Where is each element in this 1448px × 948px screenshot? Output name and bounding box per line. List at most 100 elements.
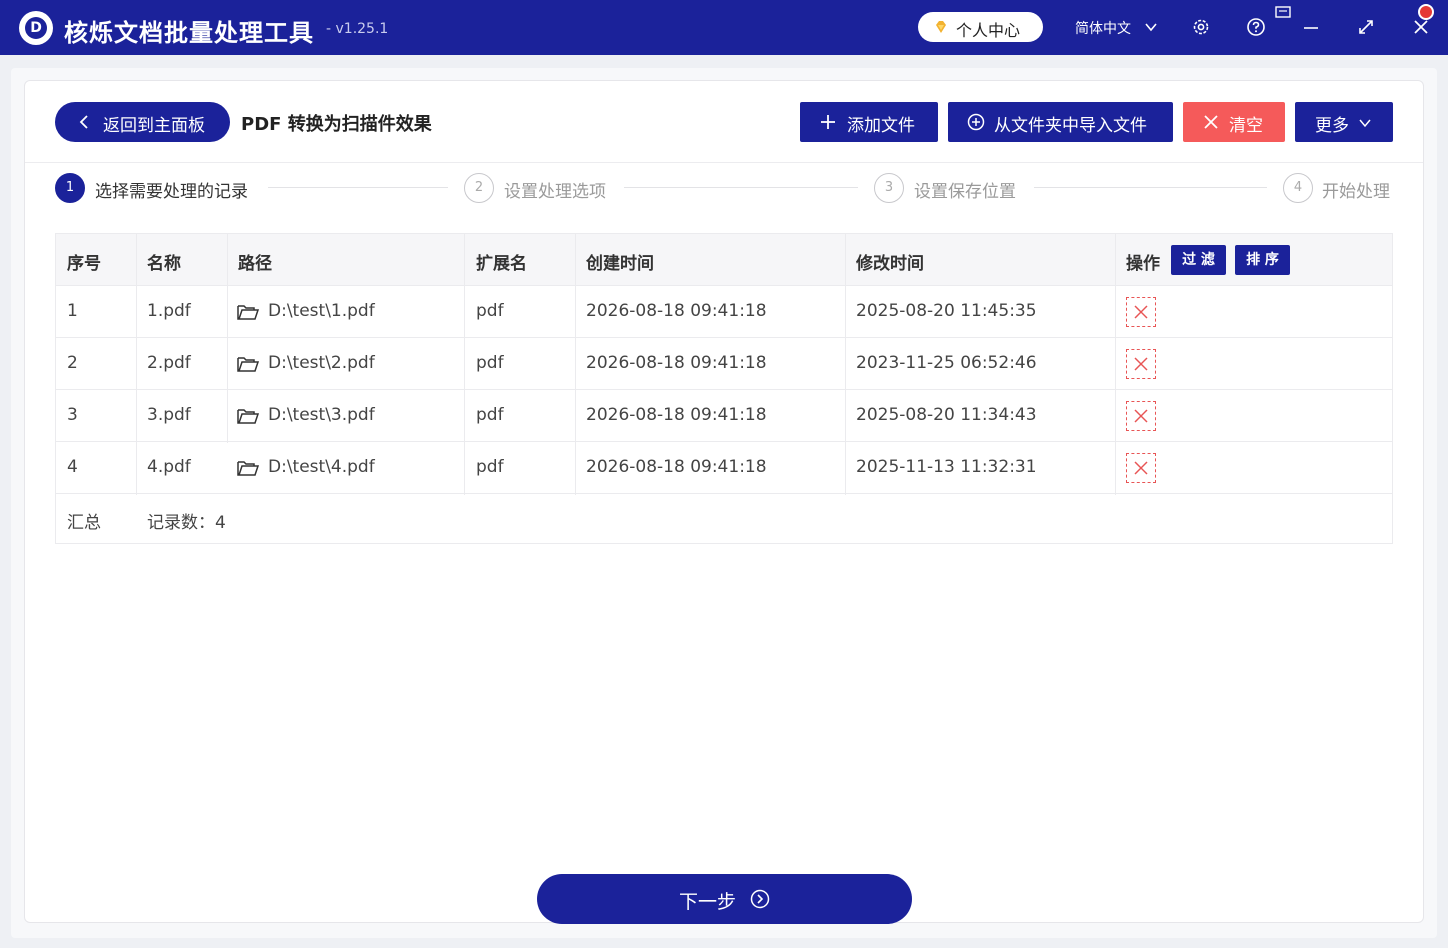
step-1-label: 选择需要处理的记录 <box>95 182 248 202</box>
step-connector <box>1034 187 1267 188</box>
language-selector[interactable]: 简体中文 <box>1075 18 1131 38</box>
file-table: 序号 名称 路径 扩展名 创建时间 修改时间 操作 过 滤 排 序 1 1.pd… <box>55 233 1393 544</box>
delete-row-button[interactable] <box>1126 349 1156 379</box>
back-button-label: 返回到主面板 <box>103 116 205 136</box>
cell-ext: pdf <box>476 301 504 321</box>
delete-row-button[interactable] <box>1126 453 1156 483</box>
cell-modified: 2023-11-25 06:52:46 <box>856 353 1037 373</box>
chevron-left-icon <box>79 115 88 129</box>
more-label: 更多 <box>1315 116 1349 136</box>
step-3-number: 3 <box>874 173 904 203</box>
folder-icon[interactable] <box>237 355 259 373</box>
table-header: 序号 名称 路径 扩展名 创建时间 修改时间 操作 过 滤 排 序 <box>56 234 1392 286</box>
clear-label: 清空 <box>1229 116 1263 136</box>
delete-icon <box>1134 409 1148 423</box>
summary-label: 汇总 <box>67 513 101 533</box>
cell-ext: pdf <box>476 457 504 477</box>
table-row: 2 2.pdf D:\test\2.pdf pdf 2026-08-18 09:… <box>56 338 1392 390</box>
notification-badge <box>1418 4 1434 20</box>
cell-modified: 2025-11-13 11:32:31 <box>856 457 1037 477</box>
header-path: 路径 <box>238 254 272 274</box>
header-modified: 修改时间 <box>856 254 924 274</box>
cell-name: 2.pdf <box>147 353 191 373</box>
table-row: 3 3.pdf D:\test\3.pdf pdf 2026-08-18 09:… <box>56 390 1392 442</box>
plus-icon <box>821 115 835 129</box>
summary-value: 记录数：4 <box>147 513 226 533</box>
delete-icon <box>1134 461 1148 475</box>
table-row: 4 4.pdf D:\test\4.pdf pdf 2026-08-18 09:… <box>56 442 1392 494</box>
next-step-button[interactable]: 下一步 <box>537 874 912 924</box>
cell-path[interactable]: D:\test\1.pdf <box>268 301 375 321</box>
step-3-label: 设置保存位置 <box>914 182 1016 202</box>
sort-button[interactable]: 排 序 <box>1235 245 1290 275</box>
cell-created: 2026-08-18 09:41:18 <box>586 457 767 477</box>
step-connector <box>624 187 858 188</box>
close-x-icon <box>1204 115 1218 129</box>
delete-row-button[interactable] <box>1126 401 1156 431</box>
delete-row-button[interactable] <box>1126 297 1156 327</box>
cell-name: 1.pdf <box>147 301 191 321</box>
cell-index: 3 <box>67 405 78 425</box>
more-button[interactable]: 更多 <box>1295 102 1393 142</box>
cell-modified: 2025-08-20 11:45:35 <box>856 301 1037 321</box>
chevron-down-icon <box>1359 119 1371 128</box>
step-4-label: 开始处理 <box>1322 182 1390 202</box>
add-file-label: 添加文件 <box>847 116 915 136</box>
folder-icon[interactable] <box>237 407 259 425</box>
cell-created: 2026-08-18 09:41:18 <box>586 353 767 373</box>
step-4-number: 4 <box>1283 173 1313 203</box>
import-folder-button[interactable]: 从文件夹中导入文件 <box>948 102 1173 142</box>
filter-button[interactable]: 过 滤 <box>1171 245 1226 275</box>
header-ext: 扩展名 <box>476 254 527 274</box>
summary-row: 汇总 记录数：4 <box>56 494 1392 543</box>
minimize-icon[interactable] <box>1300 16 1322 38</box>
cell-name: 4.pdf <box>147 457 191 477</box>
cell-modified: 2025-08-20 11:34:43 <box>856 405 1037 425</box>
cell-path[interactable]: D:\test\3.pdf <box>268 405 375 425</box>
page-title: PDF 转换为扫描件效果 <box>241 114 432 135</box>
cell-index: 1 <box>67 301 78 321</box>
user-center-button[interactable]: 个人中心 <box>918 12 1043 42</box>
add-circle-icon <box>967 113 985 131</box>
notification-icon[interactable] <box>1275 6 1291 18</box>
arrow-right-circle-icon <box>750 889 770 909</box>
logo-icon: D <box>19 11 53 45</box>
cell-ext: pdf <box>476 405 504 425</box>
cell-created: 2026-08-18 09:41:18 <box>586 405 767 425</box>
delete-icon <box>1134 357 1148 371</box>
cell-created: 2026-08-18 09:41:18 <box>586 301 767 321</box>
step-2-label: 设置处理选项 <box>504 182 606 202</box>
title-bar: D 核烁文档批量处理工具 - v1.25.1 个人中心 简体中文 <box>0 0 1448 55</box>
step-1-number: 1 <box>55 173 85 203</box>
delete-icon <box>1134 305 1148 319</box>
help-icon[interactable] <box>1245 16 1267 38</box>
header-created: 创建时间 <box>586 254 654 274</box>
table-row: 1 1.pdf D:\test\1.pdf pdf 2026-08-18 09:… <box>56 286 1392 338</box>
app-version: - v1.25.1 <box>326 21 389 37</box>
logo-letter: D <box>25 17 47 39</box>
import-folder-label: 从文件夹中导入文件 <box>994 116 1147 136</box>
chevron-down-icon[interactable] <box>1144 20 1158 34</box>
clear-button[interactable]: 清空 <box>1183 102 1285 142</box>
cell-index: 2 <box>67 353 78 373</box>
header-name: 名称 <box>147 254 181 274</box>
cell-path[interactable]: D:\test\4.pdf <box>268 457 375 477</box>
cell-ext: pdf <box>476 353 504 373</box>
folder-icon[interactable] <box>237 459 259 477</box>
header-actions: 操作 <box>1126 254 1160 274</box>
toolbar-divider <box>25 162 1423 163</box>
cell-path[interactable]: D:\test\2.pdf <box>268 353 375 373</box>
cell-name: 3.pdf <box>147 405 191 425</box>
cell-index: 4 <box>67 457 78 477</box>
add-file-button[interactable]: 添加文件 <box>800 102 938 142</box>
header-index: 序号 <box>67 254 101 274</box>
user-center-label: 个人中心 <box>956 21 1021 40</box>
maximize-icon[interactable] <box>1355 16 1377 38</box>
next-step-label: 下一步 <box>679 891 737 913</box>
settings-icon[interactable] <box>1190 16 1212 38</box>
back-to-main-button[interactable]: 返回到主面板 <box>55 102 230 142</box>
app-title: 核烁文档批量处理工具 <box>64 19 314 47</box>
diamond-icon <box>936 21 946 33</box>
step-connector <box>268 187 448 188</box>
folder-icon[interactable] <box>237 303 259 321</box>
